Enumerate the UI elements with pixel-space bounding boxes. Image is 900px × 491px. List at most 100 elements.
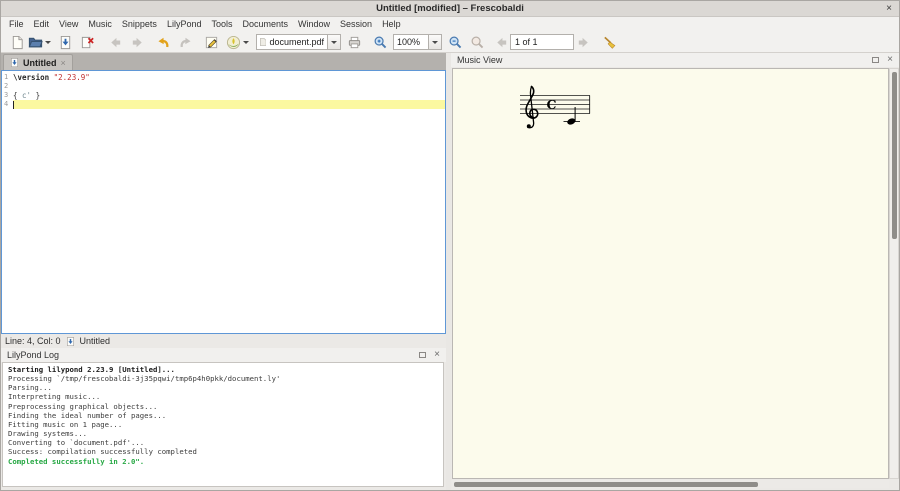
code-line-1: 1 \version "2.23.9" [2, 73, 445, 82]
compile-lilypond-button[interactable] [224, 33, 242, 51]
close-panel-icon[interactable]: × [887, 55, 893, 65]
compile-lilypond-icon [226, 35, 241, 50]
redo-icon [178, 35, 193, 50]
next-page-icon [576, 35, 591, 50]
menu-window[interactable]: Window [293, 17, 335, 32]
editor-pane: Untitled × 1 \version "2.23.9" 2 3 { c' … [1, 53, 446, 490]
tab-close-icon[interactable]: × [61, 58, 66, 68]
save-document-button[interactable] [56, 33, 74, 51]
zoom-in-button[interactable] [371, 33, 389, 51]
menu-documents[interactable]: Documents [237, 17, 293, 32]
menu-edit[interactable]: Edit [29, 17, 55, 32]
magnifier-button[interactable] [468, 33, 486, 51]
music-view-title: Music View [457, 55, 502, 65]
status-document-name: Untitled [80, 336, 111, 346]
next-page-button[interactable] [574, 33, 592, 51]
new-document-button[interactable] [8, 33, 26, 51]
undo-button[interactable] [154, 33, 172, 51]
zoom-in-icon [373, 35, 388, 50]
music-horizontal-scrollbar[interactable] [452, 480, 889, 488]
line-number: 3 [2, 91, 13, 100]
log-line: Interpreting music... [8, 392, 443, 401]
version-string: "2.23.9" [54, 73, 90, 82]
menu-help[interactable]: Help [377, 17, 406, 32]
menu-snippets[interactable]: Snippets [117, 17, 162, 32]
modified-document-icon [66, 336, 75, 347]
log-line: Preprocessing graphical objects... [8, 402, 443, 411]
music-vertical-scrollbar[interactable] [889, 68, 899, 479]
line-number: 4 [2, 100, 13, 109]
lilypond-keyword: \version [13, 73, 54, 82]
go-forward-button[interactable] [128, 33, 146, 51]
close-panel-icon[interactable]: × [434, 350, 440, 360]
horizontal-scroll-thumb[interactable] [454, 482, 758, 487]
edit-in-place-button[interactable] [202, 33, 220, 51]
modified-document-icon [10, 57, 19, 68]
menu-music[interactable]: Music [83, 17, 117, 32]
frescobaldi-window: Untitled [modified] – Frescobaldi × File… [0, 0, 900, 491]
chevron-down-icon [331, 41, 337, 44]
tab-untitled[interactable]: Untitled × [3, 54, 73, 70]
log-line: Converting to `document.pdf'... [8, 438, 443, 447]
vertical-scroll-thumb[interactable] [892, 72, 897, 239]
open-document-dropdown[interactable] [44, 33, 52, 51]
menu-lilypond[interactable]: LilyPond [162, 17, 207, 32]
zoom-level-dropdown[interactable] [428, 34, 442, 50]
music-document-dropdown[interactable] [327, 34, 341, 50]
line-number: 1 [2, 73, 13, 82]
zoom-level-value: 100% [397, 37, 420, 47]
clear-music-view-button[interactable] [600, 33, 618, 51]
menu-tools[interactable]: Tools [206, 17, 237, 32]
zoom-level-combobox[interactable]: 100% [393, 34, 429, 50]
chevron-down-icon [432, 41, 438, 44]
new-document-icon [10, 35, 25, 50]
music-view-header[interactable]: Music View × [451, 53, 899, 67]
log-line: Drawing systems... [8, 429, 443, 438]
redo-button[interactable] [176, 33, 194, 51]
log-line: Fitting music on 1 page... [8, 420, 443, 429]
menubar: File Edit View Music Snippets LilyPond T… [1, 17, 899, 32]
save-document-icon [58, 35, 73, 50]
lilypond-log-header[interactable]: LilyPond Log × [1, 348, 446, 362]
page-indicator-field[interactable] [510, 34, 574, 50]
menu-file[interactable]: File [4, 17, 29, 32]
go-forward-icon [130, 35, 145, 50]
log-line: Completed successfully in 2.0". [8, 457, 443, 466]
music-document-combobox[interactable]: document.pdf [256, 34, 328, 50]
undo-icon [156, 35, 171, 50]
final-barline [589, 96, 590, 114]
score-page[interactable]: C [452, 68, 889, 479]
tab-label: Untitled [23, 58, 57, 68]
print-button[interactable] [345, 33, 363, 51]
log-line: Parsing... [8, 383, 443, 392]
chevron-down-icon [243, 41, 249, 44]
menu-session[interactable]: Session [335, 17, 377, 32]
window-close-icon[interactable]: × [886, 1, 892, 16]
quarter-note-c[interactable] [564, 107, 581, 126]
log-line: Finding the ideal number of pages... [8, 411, 443, 420]
code-line-2: 2 [2, 82, 445, 91]
close-document-button[interactable] [78, 33, 96, 51]
treble-clef [526, 87, 538, 129]
edit-pencil-icon [204, 35, 219, 50]
music-view-content: C [451, 67, 899, 490]
go-back-button[interactable] [106, 33, 124, 51]
music-view-pane: Music View × [451, 53, 899, 490]
open-document-button[interactable] [26, 33, 44, 51]
lilypond-log-output: Starting lilypond 2.23.9 [Untitled]... P… [2, 362, 444, 487]
float-panel-icon[interactable] [419, 352, 426, 358]
window-title: Untitled [modified] – Frescobaldi [1, 1, 899, 16]
music-document-value: document.pdf [269, 37, 324, 47]
menu-view[interactable]: View [54, 17, 83, 32]
code-editor[interactable]: 1 \version "2.23.9" 2 3 { c' } 4 [1, 70, 446, 334]
pitch-token: c' [22, 91, 31, 100]
previous-page-icon [494, 35, 509, 50]
zoom-out-button[interactable] [446, 33, 464, 51]
titlebar[interactable]: Untitled [modified] – Frescobaldi × [1, 1, 899, 17]
previous-page-button[interactable] [492, 33, 510, 51]
compile-lilypond-dropdown[interactable] [242, 33, 250, 51]
line-number: 2 [2, 82, 13, 91]
print-icon [347, 35, 362, 50]
float-panel-icon[interactable] [872, 57, 879, 63]
log-line: Processing `/tmp/frescobaldi-3j35pqwi/tm… [8, 374, 443, 383]
